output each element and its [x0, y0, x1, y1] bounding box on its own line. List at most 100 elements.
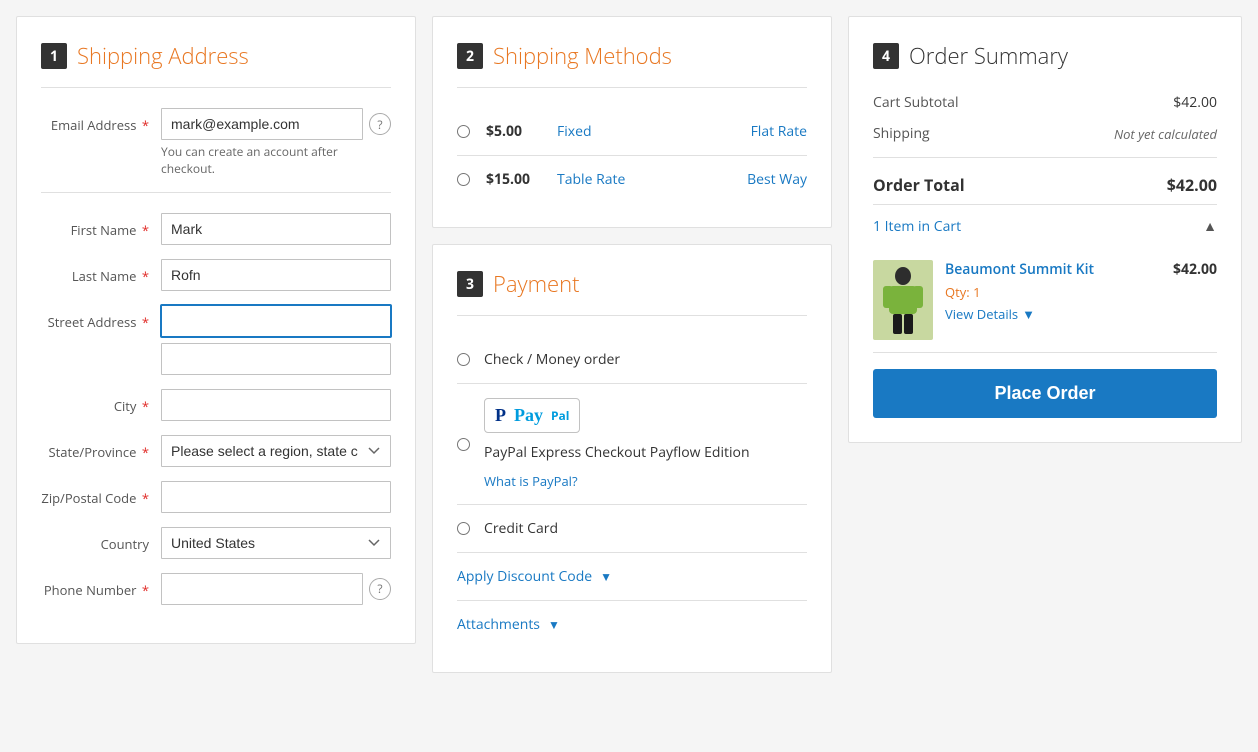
- item-qty: Qty: 1: [945, 283, 1217, 301]
- paypal-row: P Pay Pal PayPal Express Checkout Payflo…: [484, 398, 807, 490]
- lastname-input[interactable]: [161, 259, 391, 291]
- shipping-type-best: Table Rate: [557, 170, 731, 189]
- shipping-name-best: Best Way: [747, 170, 807, 189]
- place-order-button[interactable]: Place Order: [873, 369, 1217, 418]
- payment-label-credit: Credit Card: [484, 519, 558, 538]
- firstname-input[interactable]: [161, 213, 391, 245]
- shipping-type-flat: Fixed: [557, 122, 735, 141]
- attachments-row[interactable]: Attachments ▼: [457, 601, 807, 648]
- shipping-methods-divider: [457, 87, 807, 88]
- order-total-label: Order Total: [873, 174, 965, 196]
- shipping-radio-flat[interactable]: [457, 125, 470, 138]
- item-product-image: [875, 262, 931, 338]
- zip-input[interactable]: [161, 481, 391, 513]
- shipping-name-flat: Flat Rate: [751, 122, 807, 141]
- item-image: [873, 260, 933, 340]
- payment-divider: [457, 315, 807, 316]
- cart-items-toggle[interactable]: 1 Item in Cart ▲: [873, 204, 1217, 248]
- attachments-chevron-icon: ▼: [548, 616, 560, 633]
- firstname-field-wrap: [161, 213, 391, 245]
- payment-radio-credit[interactable]: [457, 522, 470, 535]
- shipping-summary-label: Shipping: [873, 124, 930, 143]
- city-group: City *: [41, 389, 391, 421]
- shipping-radio-best[interactable]: [457, 173, 470, 186]
- shipping-methods-section: 2 Shipping Methods $5.00 Fixed Flat Rate…: [432, 16, 832, 228]
- paypal-icon-p2: Pay: [514, 405, 543, 426]
- street-input-1[interactable]: [161, 305, 391, 337]
- firstname-label: First Name *: [41, 213, 161, 239]
- street-label: Street Address *: [41, 305, 161, 331]
- order-summary-section: 4 Order Summary Cart Subtotal $42.00 Shi…: [848, 16, 1242, 443]
- payment-option-paypal: P Pay Pal PayPal Express Checkout Payflo…: [457, 384, 807, 505]
- zip-field-wrap: [161, 481, 391, 513]
- city-field-wrap: [161, 389, 391, 421]
- city-label: City *: [41, 389, 161, 415]
- state-field-wrap: Please select a region, state c Alabama …: [161, 435, 391, 467]
- shipping-option-best: $15.00 Table Rate Best Way: [457, 156, 807, 203]
- zip-label: Zip/Postal Code *: [41, 481, 161, 507]
- discount-row[interactable]: Apply Discount Code ▼: [457, 553, 807, 601]
- shipping-methods-header: 2 Shipping Methods: [457, 41, 807, 71]
- shipping-address-header: 1 Shipping Address: [41, 41, 391, 71]
- summary-divider: [873, 157, 1217, 158]
- payment-label-check: Check / Money order: [484, 350, 620, 369]
- section-number-1: 1: [41, 43, 67, 69]
- form-divider: [41, 192, 391, 193]
- payment-header: 3 Payment: [457, 269, 807, 299]
- cart-item-row: Beaumont Summit Kit $42.00 Qty: 1 View D…: [873, 248, 1217, 353]
- state-group: State/Province * Please select a region,…: [41, 435, 391, 467]
- section-number-2: 2: [457, 43, 483, 69]
- paypal-icon-pal: Pal: [551, 407, 569, 424]
- order-summary-header: 4 Order Summary: [873, 41, 1217, 71]
- street-input-2[interactable]: [161, 343, 391, 375]
- lastname-field-wrap: [161, 259, 391, 291]
- order-total-row: Order Total $42.00: [873, 166, 1217, 204]
- section-title-order-summary: Order Summary: [909, 41, 1068, 71]
- payment-radio-paypal[interactable]: [457, 438, 470, 451]
- what-paypal-link[interactable]: What is PayPal?: [484, 472, 578, 490]
- shipping-not-calculated: Not yet calculated: [1114, 125, 1217, 143]
- discount-label: Apply Discount Code: [457, 567, 592, 586]
- item-info: Beaumont Summit Kit $42.00 Qty: 1 View D…: [945, 260, 1217, 340]
- email-label: Email Address *: [41, 108, 161, 134]
- section-divider: [41, 87, 391, 88]
- cart-items-label: 1 Item in Cart: [873, 217, 961, 236]
- phone-group: Phone Number * ?: [41, 573, 391, 605]
- country-group: Country United States Canada United King…: [41, 527, 391, 559]
- order-total-value: $42.00: [1167, 174, 1217, 196]
- email-input[interactable]: [161, 108, 363, 140]
- cart-subtotal-label: Cart Subtotal: [873, 93, 959, 112]
- lastname-group: Last Name *: [41, 259, 391, 291]
- view-details-chevron-icon: ▼: [1022, 305, 1035, 323]
- country-select[interactable]: United States Canada United Kingdom Aust…: [161, 527, 391, 559]
- phone-field-wrap: ?: [161, 573, 391, 605]
- zip-group: Zip/Postal Code *: [41, 481, 391, 513]
- email-field-wrap: ? You can create an account after checko…: [161, 108, 391, 178]
- email-help-icon[interactable]: ?: [369, 113, 391, 135]
- shipping-row: Shipping Not yet calculated: [873, 118, 1217, 149]
- state-label: State/Province *: [41, 435, 161, 461]
- paypal-desc: PayPal Express Checkout Payflow Edition: [484, 443, 750, 462]
- attachments-label: Attachments: [457, 615, 540, 634]
- section-title-payment: Payment: [493, 269, 580, 299]
- state-select[interactable]: Please select a region, state c Alabama …: [161, 435, 391, 467]
- country-label: Country: [41, 527, 161, 553]
- item-price: $42.00: [1173, 260, 1217, 283]
- section-title-shipping-methods: Shipping Methods: [493, 41, 672, 71]
- payment-radio-check[interactable]: [457, 353, 470, 366]
- city-input[interactable]: [161, 389, 391, 421]
- cart-subtotal-row: Cart Subtotal $42.00: [873, 87, 1217, 118]
- section-title-shipping: Shipping Address: [77, 41, 249, 71]
- item-row-top: Beaumont Summit Kit $42.00: [945, 260, 1217, 283]
- street-group: Street Address *: [41, 305, 391, 375]
- email-group: Email Address * ? You can create an acco…: [41, 108, 391, 178]
- firstname-group: First Name *: [41, 213, 391, 245]
- lastname-label: Last Name *: [41, 259, 161, 285]
- phone-label: Phone Number *: [41, 573, 161, 599]
- view-details-toggle[interactable]: View Details ▼: [945, 305, 1217, 323]
- phone-help-icon[interactable]: ?: [369, 578, 391, 600]
- payment-section: 3 Payment Check / Money order P Pay: [432, 244, 832, 673]
- shipping-price-best: $15.00: [486, 170, 541, 189]
- cart-items-chevron-icon: ▲: [1203, 217, 1217, 236]
- phone-input[interactable]: [161, 573, 363, 605]
